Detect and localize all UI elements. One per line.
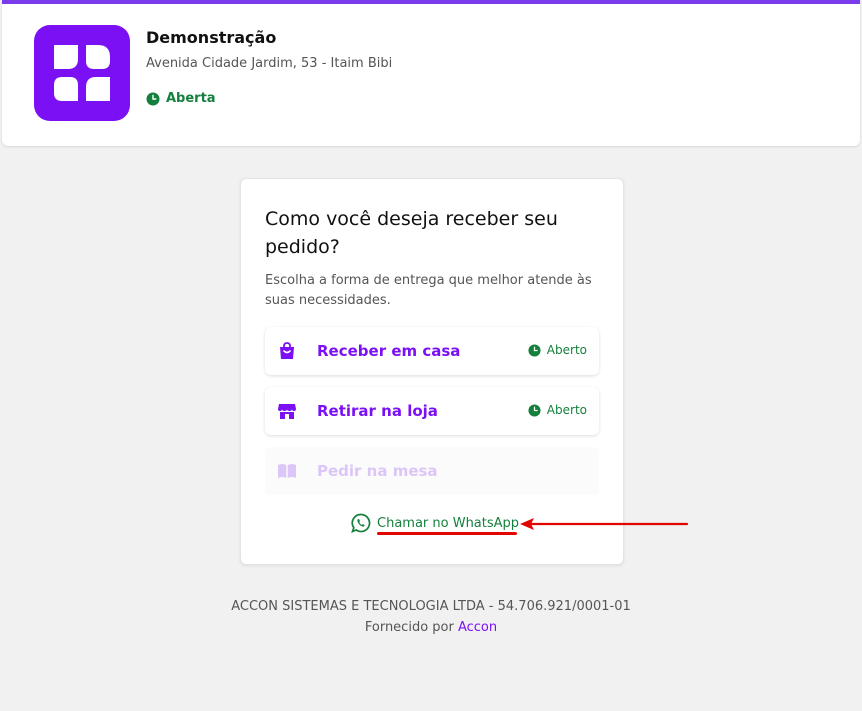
option-status: Aberto xyxy=(528,403,587,417)
option-retirar-na-loja[interactable]: Retirar na loja Aberto xyxy=(265,387,599,435)
option-receber-em-casa[interactable]: Receber em casa Aberto xyxy=(265,327,599,375)
store-header: Demonstração Avenida Cidade Jardim, 53 -… xyxy=(2,0,860,146)
option-label: Receber em casa xyxy=(317,342,461,360)
store-icon xyxy=(278,404,296,419)
annotation-underline xyxy=(377,532,517,535)
whatsapp-label: Chamar no WhatsApp xyxy=(377,515,520,531)
store-status: Aberta xyxy=(146,91,216,106)
store-logo xyxy=(34,25,130,121)
option-label: Pedir na mesa xyxy=(317,462,438,480)
option-status-label: Aberto xyxy=(546,343,587,357)
option-status: Aberto xyxy=(528,343,587,357)
book-icon xyxy=(278,464,296,478)
footer-powered-by: Fornecido por Accon xyxy=(0,620,862,635)
clock-icon xyxy=(528,403,541,417)
footer-company: ACCON SISTEMAS E TECNOLOGIA LTDA - 54.70… xyxy=(231,599,631,614)
whatsapp-link[interactable]: Chamar no WhatsApp xyxy=(351,513,519,533)
brand-logo-icon xyxy=(54,45,110,101)
whatsapp-icon xyxy=(351,513,371,533)
clock-icon xyxy=(528,343,541,357)
option-status-label: Aberto xyxy=(546,403,587,417)
delivery-method-panel: Como você deseja receber seu pedido? Esc… xyxy=(240,178,624,565)
panel-subtitle: Escolha a forma de entrega que melhor at… xyxy=(265,273,592,308)
footer-powered-link[interactable]: Accon xyxy=(458,620,497,635)
clock-icon xyxy=(146,92,160,105)
annotation-arrow-icon xyxy=(520,518,689,530)
option-label: Retirar na loja xyxy=(317,402,438,420)
store-name: Demonstração xyxy=(146,28,277,47)
store-status-label: Aberta xyxy=(166,91,216,106)
panel-title: Como você deseja receber seu pedido? xyxy=(265,208,558,258)
option-pedir-na-mesa: Pedir na mesa xyxy=(265,447,599,495)
store-address: Avenida Cidade Jardim, 53 - Itaim Bibi xyxy=(146,56,393,71)
shopping-bag-icon xyxy=(280,342,294,359)
footer-powered-prefix: Fornecido por xyxy=(364,620,454,635)
